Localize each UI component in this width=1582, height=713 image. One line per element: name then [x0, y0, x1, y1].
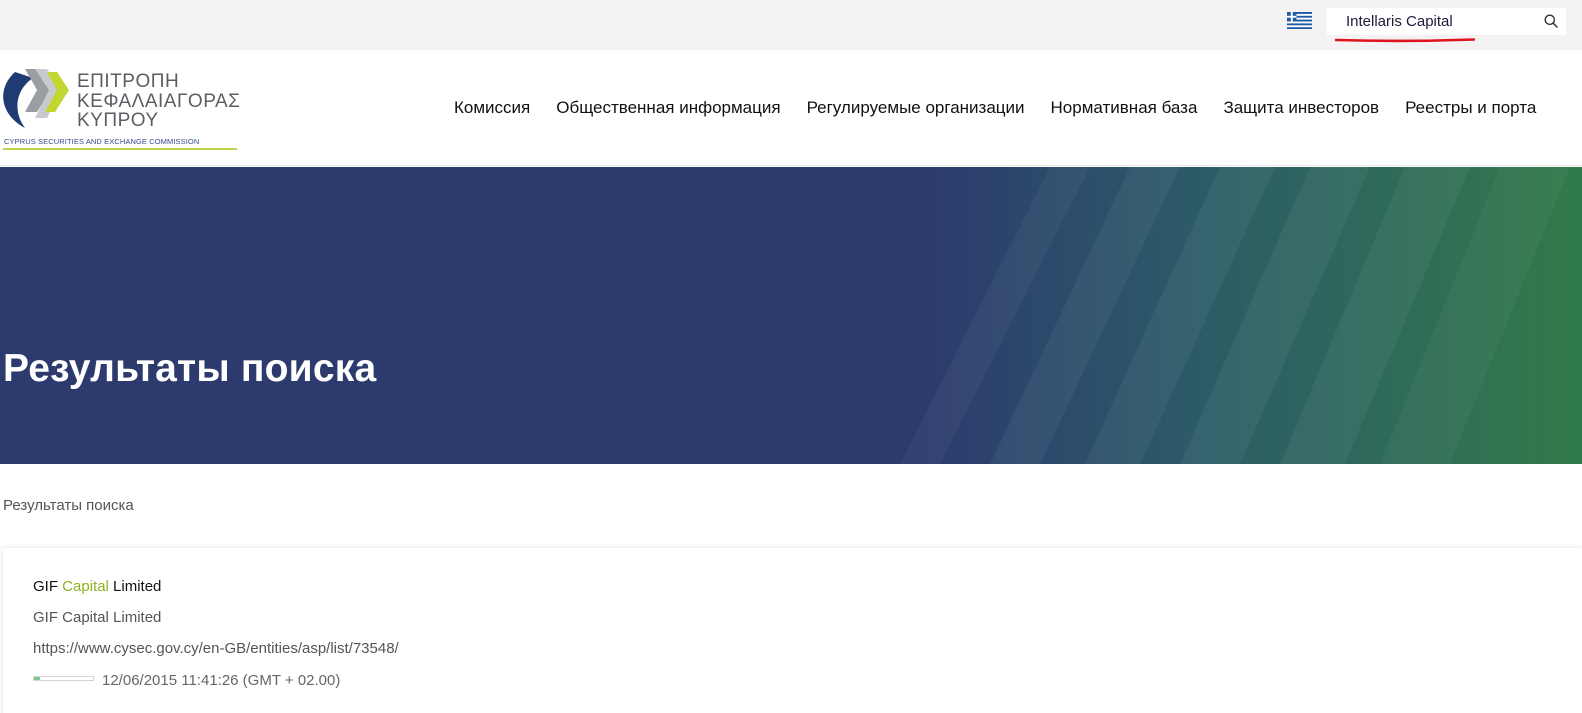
result-date: 12/06/2015 11:41:26 (GMT + 02.00): [102, 672, 341, 689]
search-result-card: GIF Capital Limited GIF Capital Limited …: [3, 548, 1582, 713]
relevance-bar: [33, 676, 94, 681]
nav-item-regulated-entities[interactable]: Регулируемые организации: [807, 98, 1025, 118]
top-utility-bar: [0, 0, 1582, 50]
logo-line-1: ΕΠΙΤΡΟΠΗ: [77, 71, 180, 92]
result-title-part: Limited: [108, 578, 162, 595]
hero-background-graphic: [0, 167, 1582, 464]
result-title-link[interactable]: GIF Capital Limited: [33, 578, 161, 595]
cysec-logo[interactable]: ΕΠΙΤΡΟΠΗ ΚΕΦΑΛΑΙΑΓΟΡΑΣ ΚΥΠΡΟΥ CYPRUS SEC…: [3, 66, 243, 152]
logo-line-3: ΚΥΠΡΟΥ: [77, 110, 159, 131]
site-search: [1327, 8, 1566, 35]
nav-item-public-info[interactable]: Общественная информация: [556, 98, 780, 118]
result-title-part: GIF: [33, 578, 63, 595]
result-title-highlight: Capital: [62, 578, 109, 595]
hero-banner: Результаты поиска: [0, 167, 1582, 464]
breadcrumb: Результаты поиска: [3, 497, 134, 514]
search-icon[interactable]: [1544, 14, 1558, 28]
greek-flag-icon[interactable]: [1287, 12, 1312, 29]
relevance-bar-fill: [34, 677, 40, 680]
logo-line-2: ΚΕΦΑΛΑΙΑΓΟΡΑΣ: [77, 90, 241, 112]
nav-item-registers-portals[interactable]: Реестры и порта: [1405, 98, 1536, 118]
result-description: GIF Capital Limited: [33, 609, 162, 626]
nav-item-legal-framework[interactable]: Нормативная база: [1051, 98, 1198, 118]
nav-item-commission[interactable]: Комиссия: [454, 98, 530, 118]
logo-subtitle: CYPRUS SECURITIES AND EXCHANGE COMMISSIO…: [4, 137, 200, 146]
logo-mark-icon: [3, 69, 69, 128]
red-annotation-underline: [1335, 38, 1475, 43]
search-input[interactable]: [1327, 8, 1537, 35]
page-title: Результаты поиска: [3, 347, 377, 390]
result-url[interactable]: https://www.cysec.gov.cy/en-GB/entities/…: [33, 640, 399, 657]
logo-wordmark: ΕΠΙΤΡΟΠΗ ΚΕΦΑΛΑΙΑΓΟΡΑΣ ΚΥΠΡΟΥ: [77, 72, 240, 131]
logo-underline: [3, 148, 237, 150]
main-navigation: Комиссия Общественная информация Регулир…: [454, 98, 1536, 118]
site-header: ΕΠΙΤΡΟΠΗ ΚΕΦΑΛΑΙΑΓΟΡΑΣ ΚΥΠΡΟΥ CYPRUS SEC…: [0, 50, 1582, 166]
nav-item-investor-protection[interactable]: Защита инвесторов: [1223, 98, 1379, 118]
